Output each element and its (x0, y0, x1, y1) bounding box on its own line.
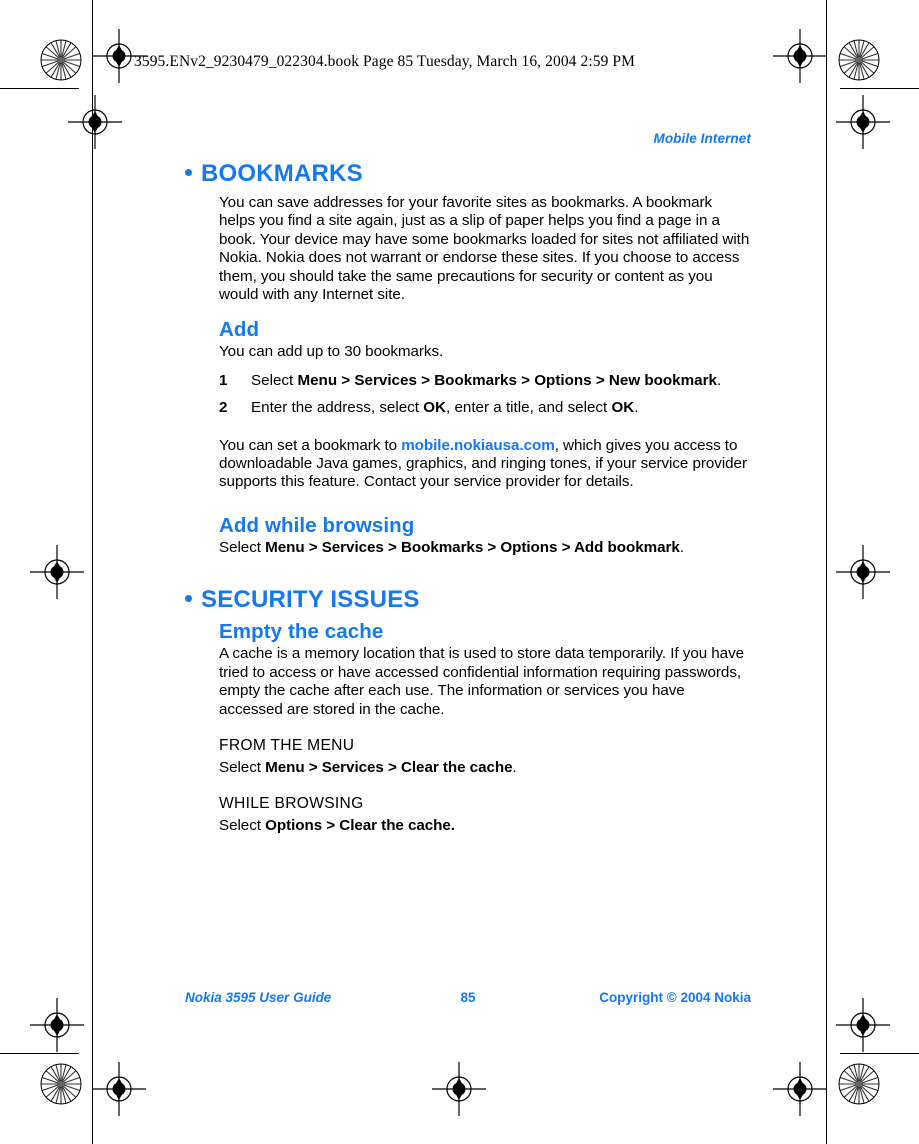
security-issues-body: Empty the cache A cache is a memory loca… (219, 620, 751, 835)
instruction-tail-text: . (512, 758, 517, 776)
bookmark-note-paragraph: You can set a bookmark to mobile.nokiaus… (219, 437, 751, 492)
page-footer: Nokia 3595 User Guide 85 Copyright © 200… (185, 990, 751, 1008)
list-item: 1 Select Menu > Services > Bookmarks > O… (219, 372, 751, 390)
subheading-empty-the-cache: Empty the cache (219, 620, 384, 644)
add-steps-list: 1 Select Menu > Services > Bookmarks > O… (219, 372, 751, 418)
bullet-icon (185, 595, 192, 603)
section-heading-security-issues: SECURITY ISSUES (185, 586, 751, 614)
step-tail-text: . (634, 399, 639, 417)
note-lead-text: You can set a bookmark to (219, 436, 402, 454)
subheading-add: Add (219, 318, 260, 342)
subheading-from-the-menu: FROM THE MENU (219, 736, 355, 754)
document-page: 3595.ENv2_9230479_022304.book Page 85 Tu… (0, 0, 919, 1144)
add-while-browsing-instruction: Select Menu > Services > Bookmarks > Opt… (219, 539, 751, 557)
mobile-nokiausa-link[interactable]: mobile.nokiausa.com (401, 437, 555, 454)
instruction-lead-text: Select (219, 538, 266, 556)
step-key-ok-second: OK (611, 399, 635, 417)
footer-copyright: Copyright © 2004 Nokia (599, 990, 751, 1005)
from-the-menu-instruction: Select Menu > Services > Clear the cache… (219, 759, 751, 777)
instruction-tail-text: . (679, 538, 684, 556)
bookmarks-intro-paragraph: You can save addresses for your favorite… (219, 194, 750, 304)
print-job-header: 3595.ENv2_9230479_022304.book Page 85 Tu… (134, 53, 636, 70)
section-heading-bookmarks-label: BOOKMARKS (201, 160, 363, 187)
while-browsing-instruction: Select Options > Clear the cache. (219, 817, 751, 835)
step-lead-text: Select (251, 371, 298, 389)
section-heading-security-issues-label: SECURITY ISSUES (201, 586, 420, 614)
bullet-icon (185, 169, 192, 176)
step-tail-text: . (716, 371, 722, 389)
subheading-add-while-browsing: Add while browsing (219, 513, 415, 537)
step-lead-text: Enter the address, select (251, 399, 424, 417)
step-key-ok-first: OK (423, 399, 446, 417)
section-heading-bookmarks: BOOKMARKS (185, 160, 751, 188)
page-body: BOOKMARKS You can save addresses for you… (185, 160, 751, 836)
step-number: 2 (219, 399, 228, 417)
instruction-menu-path: Options > Clear the cache. (265, 817, 455, 835)
empty-cache-paragraph: A cache is a memory location that is use… (219, 645, 745, 718)
step-mid-text: , enter a title, and select (446, 399, 612, 417)
add-intro-paragraph: You can add up to 30 bookmarks. (219, 343, 444, 361)
bookmarks-body: You can save addresses for your favorite… (219, 194, 751, 557)
instruction-lead-text: Select (219, 758, 266, 776)
subheading-while-browsing: WHILE BROWSING (219, 795, 364, 813)
instruction-menu-path: Menu > Services > Bookmarks > Options > … (265, 538, 680, 556)
running-head-chapter-title: Mobile Internet (653, 131, 751, 146)
step-menu-path: Menu > Services > Bookmarks > Options > … (297, 371, 717, 389)
instruction-lead-text: Select (219, 817, 266, 835)
step-number: 1 (219, 371, 228, 389)
list-item: 2 Enter the address, select OK, enter a … (219, 399, 751, 417)
instruction-menu-path: Menu > Services > Clear the cache (265, 758, 513, 776)
